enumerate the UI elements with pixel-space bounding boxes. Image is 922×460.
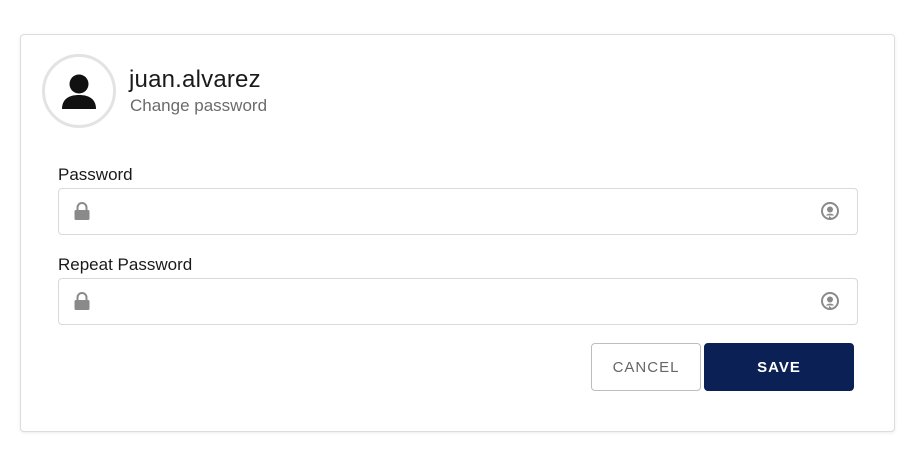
user-silhouette-icon xyxy=(62,74,96,109)
cancel-button[interactable]: CANCEL xyxy=(591,343,701,391)
repeat-password-label: Repeat Password xyxy=(58,255,193,274)
page-subtitle: Change password xyxy=(130,96,268,115)
password-label: Password xyxy=(58,165,133,184)
lock-icon xyxy=(74,292,90,310)
repeat-password-input[interactable] xyxy=(101,279,801,322)
eye-toggle-icon[interactable] xyxy=(819,290,841,312)
avatar xyxy=(42,54,116,128)
eye-toggle-icon[interactable] xyxy=(819,200,841,222)
save-button[interactable]: SAVE xyxy=(704,343,854,391)
lock-icon xyxy=(74,202,90,220)
password-input[interactable] xyxy=(101,189,801,232)
username: juan.alvarez xyxy=(129,66,261,93)
repeat-password-field xyxy=(58,278,858,325)
change-password-card: juan.alvarez Change password Password Re… xyxy=(20,34,895,432)
password-field xyxy=(58,188,858,235)
